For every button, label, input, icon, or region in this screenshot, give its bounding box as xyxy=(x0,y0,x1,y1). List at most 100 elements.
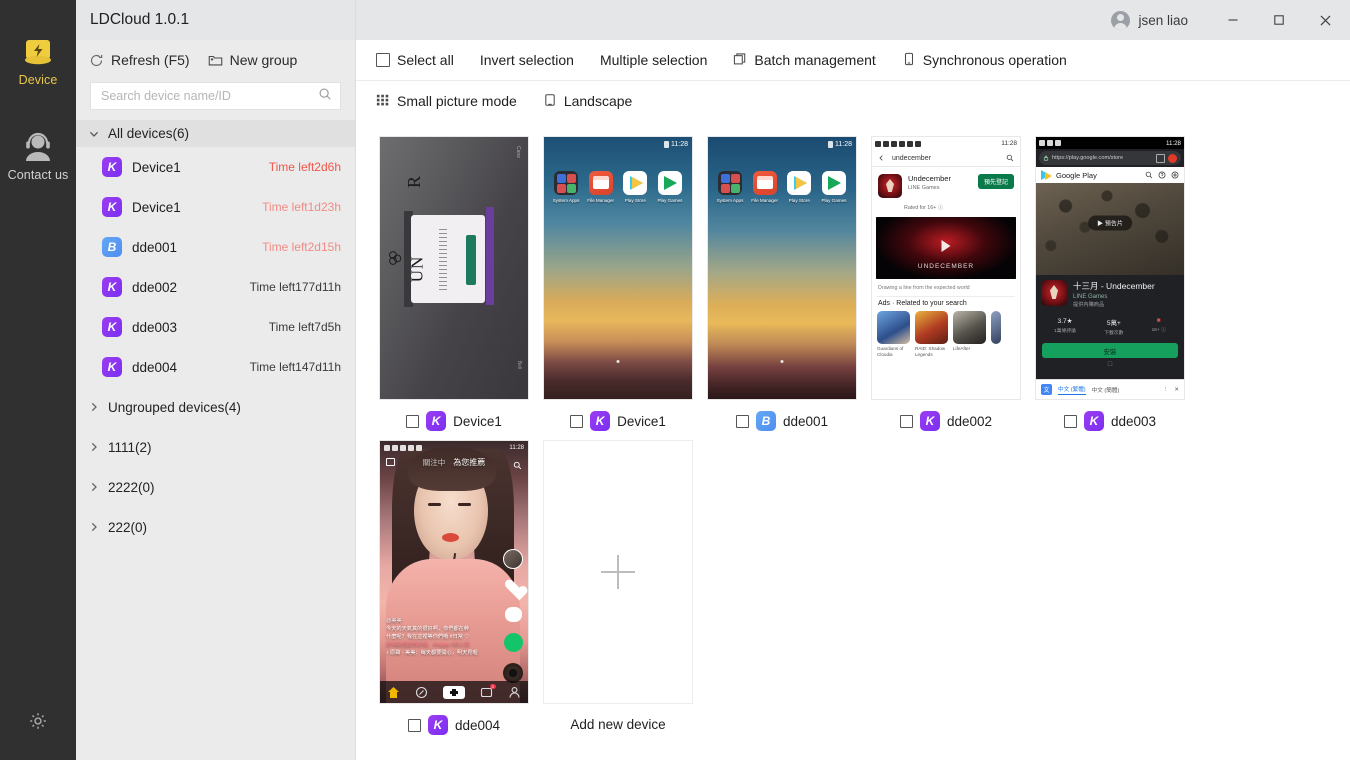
select-all-checkbox[interactable] xyxy=(376,53,390,67)
device-grid: R UN Cane Bell K Device1 xyxy=(356,137,1350,745)
trailer-pill[interactable]: ▶ 預告片 xyxy=(1088,216,1132,231)
device-screenshot[interactable]: 11:28 https://play.google.com/store xyxy=(1036,137,1184,399)
device-tree-item[interactable]: Bdde001Time left2d15h xyxy=(76,227,355,267)
select-all-button[interactable]: Select all xyxy=(368,46,462,74)
device-tree-item[interactable]: KDevice1Time left2d6h xyxy=(76,147,355,187)
play-ad-item[interactable]: LifeAfter xyxy=(953,311,986,357)
device-card[interactable]: 11:28 https://play.google.com/store xyxy=(1028,137,1192,431)
overflow-menu-icon[interactable]: ⋮ xyxy=(1163,387,1169,393)
create-video-icon[interactable] xyxy=(443,686,465,699)
stat-value: 5萬+ xyxy=(1104,317,1123,327)
device-tree-item[interactable]: KDevice1Time left1d23h xyxy=(76,187,355,227)
rail-item-device[interactable]: Device xyxy=(0,22,76,87)
device-card[interactable]: 11:28 關注中 為您推薦 xyxy=(372,441,536,735)
app-shortcut[interactable]: Play Store xyxy=(785,171,813,203)
device-tree-item[interactable]: Kdde004Time left147d11h xyxy=(76,347,355,387)
play-ad-item[interactable]: RAID: Shadow Legends xyxy=(915,311,948,357)
search-input[interactable] xyxy=(101,89,318,103)
small-picture-mode-button[interactable]: Small picture mode xyxy=(368,87,525,115)
device-card[interactable]: 11:28 System Apps xyxy=(536,137,700,431)
device-card-checkbox[interactable] xyxy=(408,719,421,732)
batch-management-button[interactable]: Batch management xyxy=(725,46,883,74)
device-group-item[interactable]: 2222(0) xyxy=(76,467,355,507)
device-card[interactable]: 11:28 undecember Undece xyxy=(864,137,1028,431)
multiple-selection-button[interactable]: Multiple selection xyxy=(592,46,715,74)
device-card[interactable]: 11:28 System Apps xyxy=(700,137,864,431)
device-card-checkbox[interactable] xyxy=(1064,415,1077,428)
tree-group-all-devices[interactable]: All devices(6) xyxy=(76,120,355,147)
play-video-preview[interactable]: UNDECEMBER xyxy=(876,217,1016,279)
add-device-card[interactable]: Add new device xyxy=(536,441,700,735)
gear-icon[interactable] xyxy=(27,710,49,737)
device-screenshot[interactable]: 11:28 關注中 為您推薦 xyxy=(380,441,528,703)
search-box[interactable] xyxy=(90,82,341,110)
home-icon[interactable] xyxy=(387,686,400,699)
synchronous-operation-button[interactable]: Synchronous operation xyxy=(894,46,1075,74)
play-search-bar[interactable]: undecember xyxy=(872,150,1020,166)
search-icon[interactable] xyxy=(318,87,332,106)
avatar[interactable] xyxy=(503,549,523,569)
chrome-omnibox[interactable]: https://play.google.com/store xyxy=(1039,151,1181,165)
device-tree-item[interactable]: Kdde003Time left7d5h xyxy=(76,307,355,347)
device-screenshot[interactable]: 11:28 System Apps xyxy=(708,137,856,399)
inbox-icon[interactable]: 3 xyxy=(480,686,493,699)
app-shortcut[interactable]: System Apps xyxy=(552,171,580,203)
add-device-tile[interactable] xyxy=(544,441,692,703)
device-card-checkbox[interactable] xyxy=(406,415,419,428)
device-group-item[interactable]: Ungrouped devices(4) xyxy=(76,387,355,427)
new-group-button[interactable]: New group xyxy=(208,52,298,68)
device-screenshot[interactable]: R UN Cane Bell xyxy=(380,137,528,399)
device-group-item[interactable]: 1111(2) xyxy=(76,427,355,467)
refresh-button[interactable]: Refresh (F5) xyxy=(89,52,190,68)
device-card[interactable]: R UN Cane Bell K Device1 xyxy=(372,137,536,431)
user-menu[interactable]: jsen liao xyxy=(1111,11,1188,30)
select-all-label: Select all xyxy=(397,52,454,68)
live-icon[interactable] xyxy=(386,458,395,466)
device-tree-item-name: Device1 xyxy=(132,200,252,215)
minimize-button[interactable] xyxy=(1210,0,1256,40)
status-time: 11:28 xyxy=(1166,140,1181,147)
stat-item: ■ 16+ ⓘ xyxy=(1152,317,1166,336)
play-games-icon xyxy=(822,171,846,195)
discover-icon[interactable] xyxy=(415,686,428,699)
app-shortcut[interactable]: File Manager xyxy=(587,171,615,203)
close-icon[interactable]: ✕ xyxy=(1174,387,1179,393)
app-shortcut[interactable]: Play Games xyxy=(656,171,684,203)
device-card-checkbox[interactable] xyxy=(570,415,583,428)
device-screenshot[interactable]: 11:28 undecember Undece xyxy=(872,137,1020,399)
landscape-button[interactable]: Landscape xyxy=(535,87,641,115)
maximize-button[interactable] xyxy=(1256,0,1302,40)
profile-icon[interactable] xyxy=(508,686,521,699)
search-icon[interactable] xyxy=(513,457,522,475)
device-sidebar: LDCloud 1.0.1 Refresh (F5) New group xyxy=(76,0,356,760)
chrome-hero-image: ▶ 預告片 xyxy=(1036,183,1184,275)
play-ad-item[interactable]: Guardians of Cloudia xyxy=(877,311,910,357)
device-card-checkbox[interactable] xyxy=(900,415,913,428)
comment-icon[interactable] xyxy=(505,607,522,622)
device-group-item[interactable]: 222(0) xyxy=(76,507,355,547)
device-screenshot[interactable]: 11:28 System Apps xyxy=(544,137,692,399)
device-card-checkbox[interactable] xyxy=(736,415,749,428)
share-icon[interactable] xyxy=(504,633,523,652)
music-disc-icon[interactable] xyxy=(503,663,523,683)
translate-option-b[interactable]: 中文 (簡體) xyxy=(1092,386,1157,394)
invert-selection-button[interactable]: Invert selection xyxy=(472,46,582,74)
install-button[interactable]: 安裝 xyxy=(1042,343,1178,358)
app-shortcut[interactable]: File Manager xyxy=(751,171,779,203)
device-type-badge: K xyxy=(920,411,940,431)
tab-for-you[interactable]: 為您推薦 xyxy=(453,457,485,468)
translate-option-a[interactable]: 中文 (繁體) xyxy=(1058,385,1086,395)
device-grid-scroll[interactable]: R UN Cane Bell K Device1 xyxy=(356,121,1350,760)
rail-item-contact-us[interactable]: Contact us xyxy=(0,117,76,182)
like-icon[interactable] xyxy=(504,580,522,596)
app-shortcut[interactable]: Play Games xyxy=(820,171,848,203)
file-manager-icon xyxy=(589,171,613,195)
tab-following[interactable]: 關注中 xyxy=(423,457,446,468)
undecember-app-icon xyxy=(1041,280,1067,306)
app-shortcut[interactable]: System Apps xyxy=(716,171,744,203)
tab-count-icon[interactable] xyxy=(1156,154,1165,163)
close-button[interactable] xyxy=(1302,0,1348,40)
device-tree-item[interactable]: Kdde002Time left177d11h xyxy=(76,267,355,307)
app-shortcut[interactable]: Play Store xyxy=(621,171,649,203)
preregister-button[interactable]: 預先登記 xyxy=(978,174,1014,189)
